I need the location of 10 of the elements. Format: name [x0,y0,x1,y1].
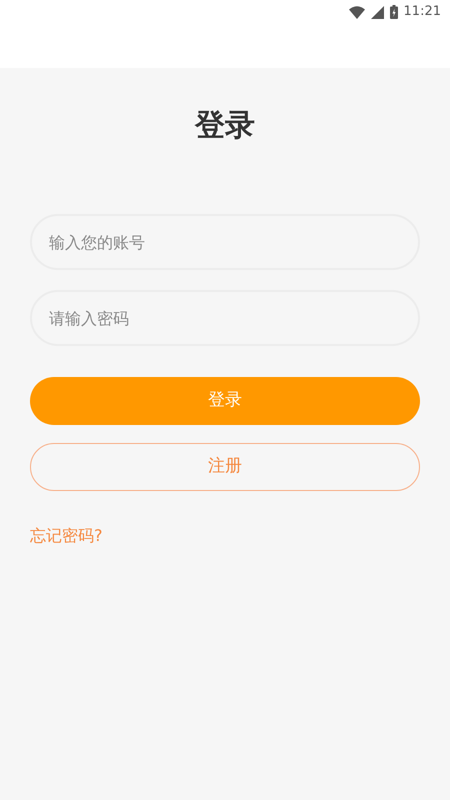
forgot-password-link[interactable]: 忘记密码? [30,524,102,548]
register-button[interactable]: 注册 [30,443,420,491]
page-title: 登录 [195,107,255,145]
signal-icon [370,6,384,18]
login-button[interactable]: 登录 [30,377,420,425]
wifi-icon [348,6,365,18]
input-field[interactable]: 请输入密码 [30,290,420,346]
battery-icon [390,5,398,19]
status-time: 11:21 [404,3,441,22]
input-field[interactable]: 输入您的账号 [30,214,420,270]
